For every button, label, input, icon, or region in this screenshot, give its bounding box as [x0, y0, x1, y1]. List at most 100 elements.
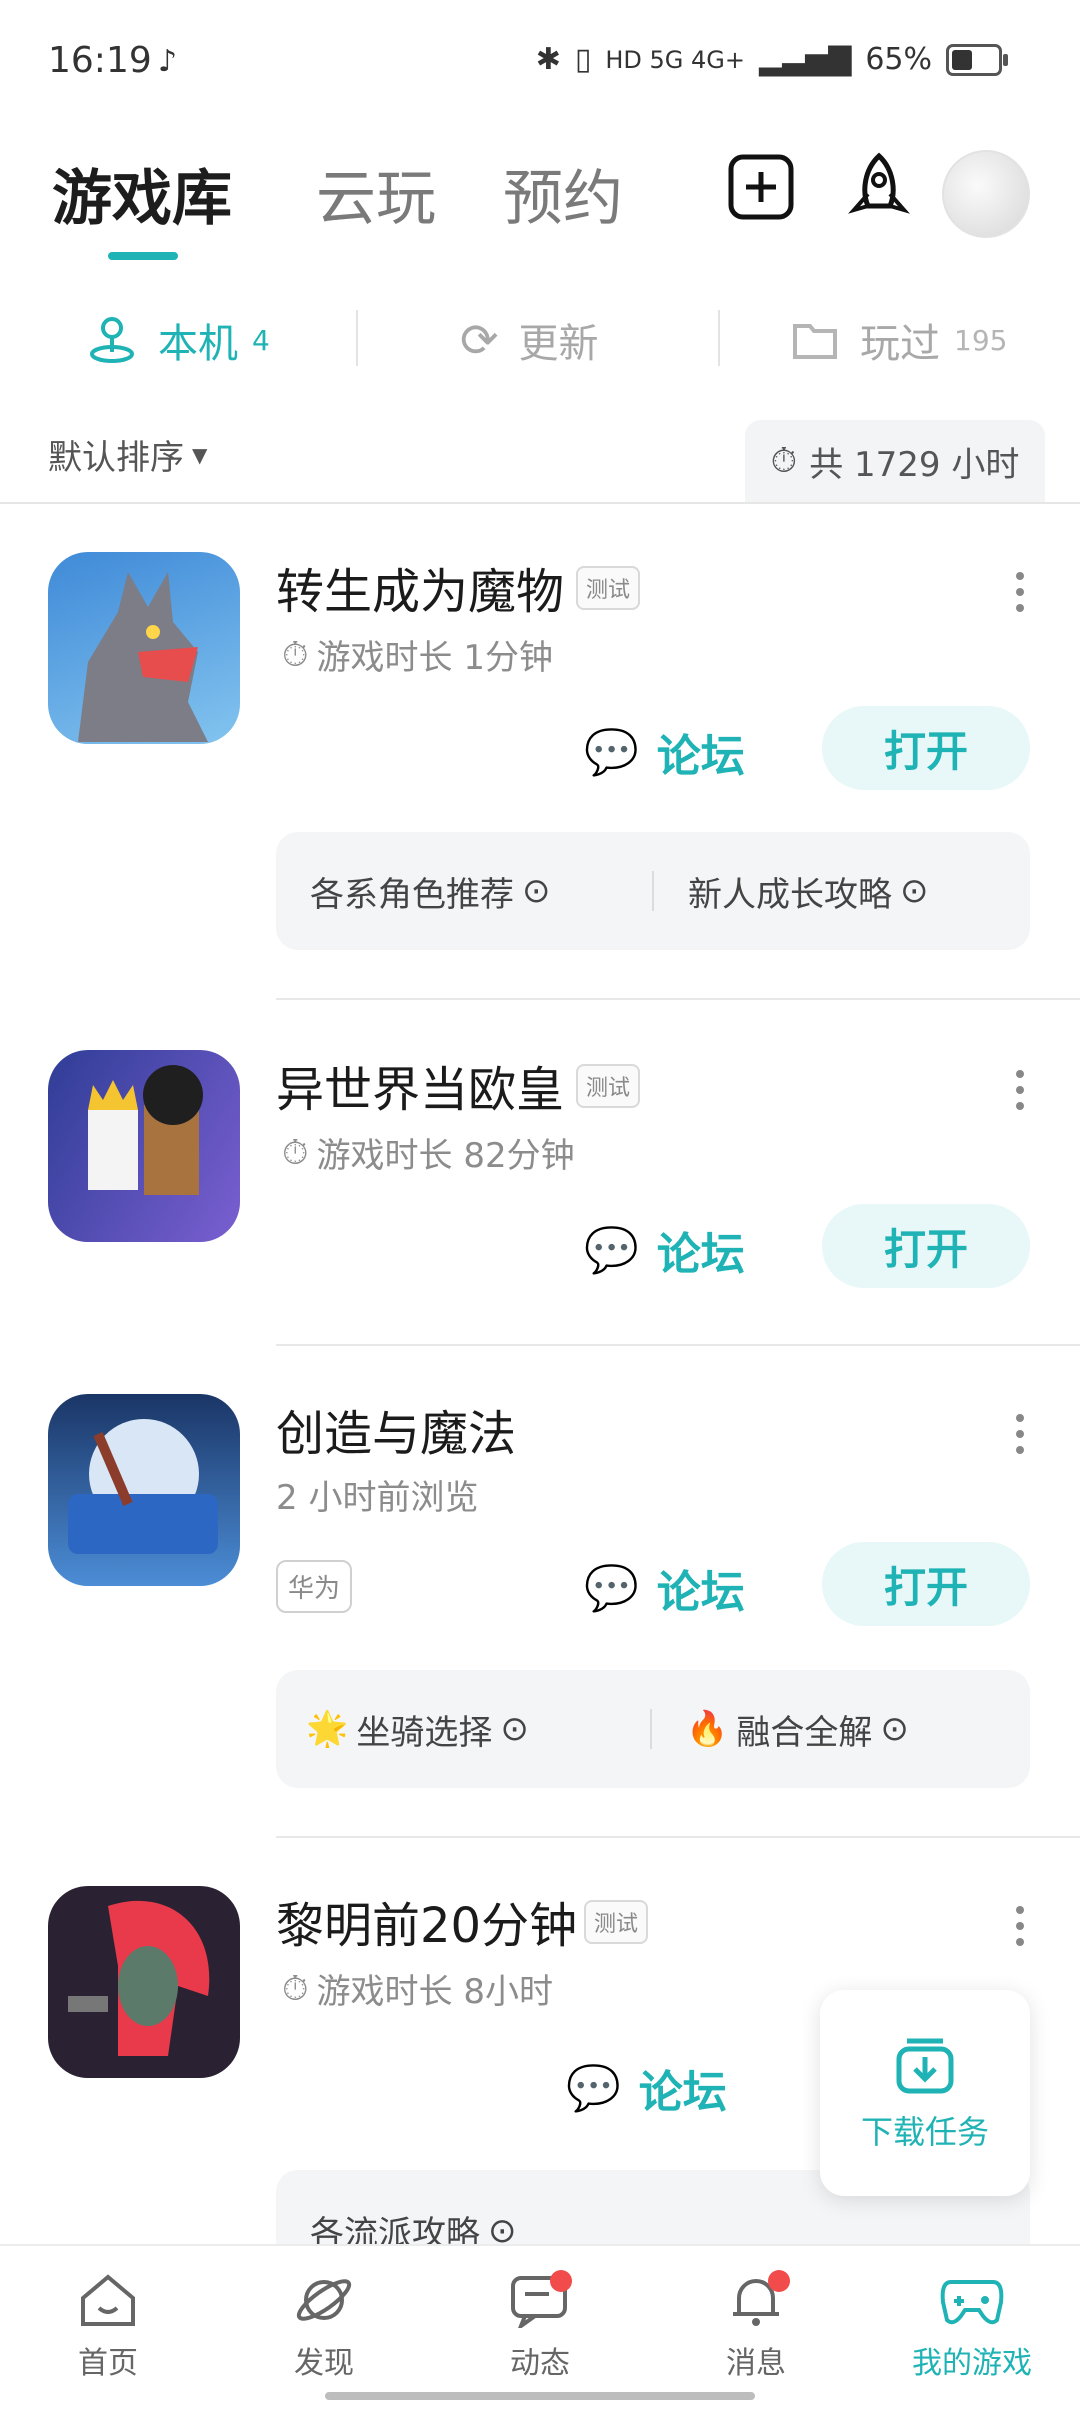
tip-text: 坐骑选择 [356, 1712, 493, 1753]
game-icon-reincarnated-monster[interactable] [48, 552, 240, 744]
test-badge: 测试 [584, 1900, 649, 1944]
forum-icon: 💬 [584, 1225, 639, 1276]
refresh-icon: ⟳ [460, 313, 499, 367]
game-title[interactable]: 转生成为魔物 [276, 552, 564, 622]
notification-dot [768, 2270, 790, 2292]
forum-label: 论坛 [656, 1229, 745, 1280]
nav-my-games[interactable]: 我的游戏 [864, 2246, 1080, 2410]
forum-button[interactable]: 💬 论坛 [566, 2056, 727, 2120]
tips-panel: 🌟 坐骑选择 ⊙ 🔥 融合全解 ⊙ [276, 1670, 1030, 1788]
add-icon[interactable] [726, 152, 796, 222]
download-task-button[interactable]: 下载任务 [820, 1990, 1030, 2196]
open-button[interactable]: 打开 [822, 706, 1030, 790]
game-icon-20-minutes-till-dawn[interactable] [48, 1886, 240, 2078]
subtab-update[interactable]: ⟳ 更新 [460, 310, 599, 370]
king-face-icon [88, 1065, 203, 1195]
playtime-text: 游戏时长 82分钟 [316, 1136, 575, 1176]
more-options-icon[interactable] [1010, 572, 1030, 612]
bottom-nav: 首页 发现 动态 消息 我的游戏 [0, 2244, 1080, 2410]
tip-text: 融合全解 [736, 1712, 873, 1753]
rocket-icon[interactable] [844, 152, 914, 222]
nav-discover[interactable]: 发现 [216, 2246, 432, 2410]
nav-discover-label: 发现 [294, 2346, 354, 2381]
game-subtitle: ⏱ 游戏时长 1分钟 [282, 630, 553, 679]
vibrate-icon: ▯ [574, 42, 592, 77]
forum-label: 论坛 [638, 2067, 727, 2118]
battery-icon [946, 43, 1008, 76]
sort-dropdown[interactable]: 默认排序 ▼ [48, 430, 207, 479]
chevron-right-icon: ⊙ [500, 1709, 529, 1749]
game-icon-isekai-lucky[interactable] [48, 1050, 240, 1242]
nav-messages-label: 消息 [726, 2346, 786, 2381]
sort-label: 默认排序 [48, 438, 184, 478]
timer-icon: ⏱ [770, 441, 798, 481]
subtab-played-count: 195 [954, 323, 1008, 357]
more-options-icon[interactable] [1010, 1906, 1030, 1946]
game-title[interactable]: 黎明前20分钟 [276, 1886, 577, 1956]
download-task-label: 下载任务 [860, 2113, 989, 2151]
playtime-text: 游戏时长 1分钟 [316, 638, 553, 678]
subtab-played[interactable]: 玩过 195 [792, 310, 1007, 370]
game-icon-creation-magic[interactable] [48, 1394, 240, 1586]
home-indicator[interactable] [325, 2392, 755, 2400]
nav-messages[interactable]: 消息 [648, 2246, 864, 2410]
nav-feed-label: 动态 [510, 2346, 570, 2381]
forum-button[interactable]: 💬 论坛 [584, 1556, 745, 1620]
subtab-update-label: 更新 [518, 321, 599, 367]
tip-text: 新人成长攻略 [688, 874, 892, 915]
chevron-right-icon: ⊙ [880, 1709, 909, 1749]
tip-link[interactable]: 各系角色推荐 ⊙ [276, 867, 652, 916]
divider [276, 998, 1080, 1000]
game-subtitle: ⏱ 游戏时长 82分钟 [282, 1128, 575, 1177]
status-indicators: ✱ ▯ HD 5G 4G+ ▂▃▅▇ 65% [536, 42, 1008, 77]
forum-icon: 💬 [584, 727, 639, 778]
tip-link[interactable]: 🔥 融合全解 ⊙ [652, 1705, 1030, 1754]
timer-icon: ⏱ [282, 634, 309, 675]
home-icon [81, 2274, 135, 2326]
forum-button[interactable]: 💬 论坛 [584, 1218, 745, 1282]
more-options-icon[interactable] [1010, 1070, 1030, 1110]
game-title[interactable]: 创造与魔法 [276, 1394, 516, 1464]
nav-my-games-label: 我的游戏 [912, 2346, 1032, 2381]
avatar[interactable] [942, 150, 1030, 238]
character-icon [68, 1900, 210, 2056]
platform-tag: 华为 [276, 1560, 353, 1613]
tab-cloud-play[interactable]: 云玩 [316, 150, 436, 237]
subtab-local[interactable]: 本机 4 [86, 310, 270, 370]
test-badge: 测试 [576, 566, 641, 610]
chevron-right-icon: ⊙ [900, 871, 929, 911]
open-button[interactable]: 打开 [822, 1204, 1030, 1288]
forum-label: 论坛 [656, 1567, 745, 1618]
signal-icon: ▂▃▅▇ [759, 42, 852, 77]
subtab-divider [718, 310, 720, 366]
gamepad-icon [940, 2280, 1004, 2325]
more-options-icon[interactable] [1010, 1414, 1030, 1454]
tip-link[interactable]: 🌟 坐骑选择 ⊙ [276, 1705, 650, 1754]
nav-feed[interactable]: 动态 [432, 2246, 648, 2410]
total-playtime-text: 共 1729 小时 [809, 444, 1020, 485]
nav-home[interactable]: 首页 [0, 2246, 216, 2410]
logo-icon [68, 1419, 218, 1554]
tips-panel: 各系角色推荐 ⊙ 新人成长攻略 ⊙ [276, 832, 1030, 950]
joystick-icon [90, 317, 134, 363]
tip-link[interactable]: 新人成长攻略 ⊙ [654, 867, 1030, 916]
tab-reservation[interactable]: 预约 [503, 150, 623, 237]
tip-text: 各系角色推荐 [310, 874, 514, 915]
timer-icon: ⏱ [282, 1132, 309, 1173]
forum-button[interactable]: 💬 论坛 [584, 720, 745, 784]
nav-home-label: 首页 [78, 2346, 138, 2381]
open-button[interactable]: 打开 [822, 1542, 1030, 1626]
forum-icon: 💬 [584, 1563, 639, 1614]
divider [0, 502, 1080, 504]
caret-down-icon: ▼ [192, 442, 208, 467]
fire-icon: 🔥 [686, 1709, 729, 1749]
timer-icon: ⏱ [282, 1968, 309, 2009]
subtab-played-label: 玩过 [860, 321, 940, 367]
tab-game-library[interactable]: 游戏库 [52, 150, 232, 237]
divider [276, 1836, 1080, 1838]
battery-percent: 65% [865, 42, 932, 77]
game-title[interactable]: 异世界当欧皇 [276, 1050, 564, 1120]
active-tab-indicator [108, 252, 178, 260]
playtime-text: 游戏时长 8小时 [316, 1972, 553, 2012]
subtab-divider [356, 310, 358, 366]
